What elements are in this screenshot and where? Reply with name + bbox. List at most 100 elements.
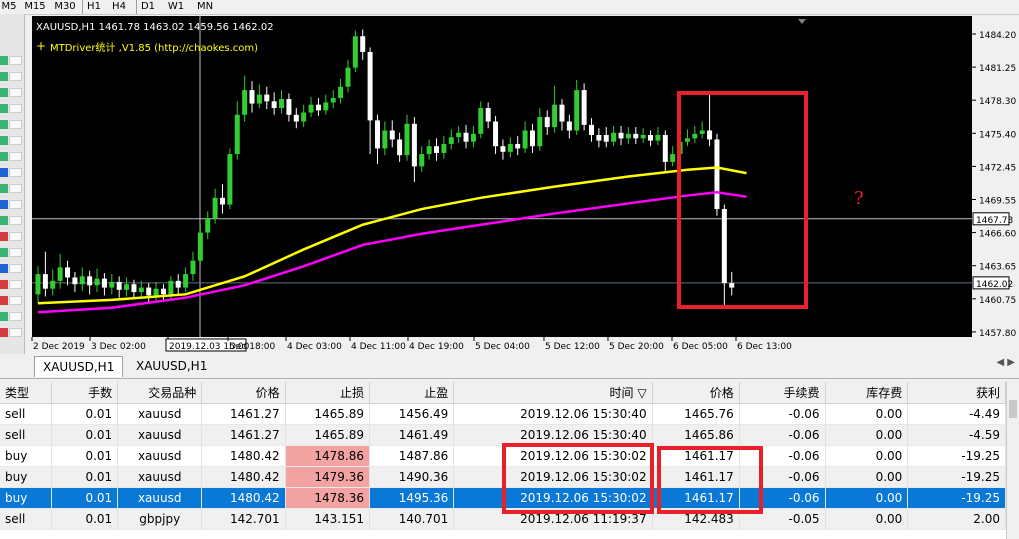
candle-body <box>537 117 543 147</box>
tab-xauusd-h1-active[interactable]: XAUUSD,H1 <box>34 356 124 377</box>
scrollbar-thumb[interactable] <box>1009 400 1017 418</box>
header-col-swap[interactable]: 库存费 <box>825 382 909 404</box>
crosshair-price-label: 1467.73 <box>976 216 1013 226</box>
candle-body <box>574 90 580 131</box>
candle-body <box>707 130 713 140</box>
symbol-row-tab[interactable] <box>9 88 22 97</box>
tf-d1[interactable]: D1 <box>136 0 159 14</box>
orders-table-container: 类型 手数 交易品种 价格 止损 止盈 时间 ▽ 价格 手续费 库存费 获利 sell 0.01 xau… <box>0 382 1006 539</box>
candle-body <box>175 280 181 288</box>
symbol-row-tab[interactable] <box>9 312 22 321</box>
candle-body <box>544 117 550 128</box>
price-chart[interactable]: 1484.20 1481.25 1478.30 1475.40 1472.45 1469.… <box>28 16 1019 352</box>
symbol-row-tab[interactable] <box>9 200 22 209</box>
candle-body <box>94 278 100 286</box>
header-col-stop-loss[interactable]: 止损 <box>285 382 370 404</box>
cell-col-volume: 0.01 <box>51 424 119 446</box>
tab-xauusd-h1[interactable]: XAUUSD,H1 <box>128 356 215 376</box>
symbol-color-marker <box>0 88 8 97</box>
symbol-row-tab[interactable] <box>9 232 22 241</box>
candle-body <box>264 94 270 102</box>
symbol-row-tab[interactable] <box>9 152 22 161</box>
header-col-current-price[interactable]: 价格 <box>652 382 740 404</box>
cell-col-time: 2019.12.06 15:30:02 <box>453 466 653 488</box>
candle-body <box>729 283 735 288</box>
symbol-row-tab[interactable] <box>9 264 22 273</box>
candle-body <box>721 209 727 284</box>
candle-body <box>625 133 631 139</box>
tf-h4[interactable]: H4 <box>108 0 130 14</box>
symbol-row-tab[interactable] <box>9 184 22 193</box>
header-col-price[interactable]: 价格 <box>201 382 286 404</box>
symbol-row-tab[interactable] <box>9 328 22 337</box>
candle-body <box>50 280 56 289</box>
cell-col-volume: 0.01 <box>51 403 119 425</box>
symbol-row-tab[interactable] <box>9 296 22 305</box>
cell-col-current-price: 1461.17 <box>652 466 740 488</box>
symbol-row-tab[interactable] <box>9 248 22 257</box>
cell-col-current-price: 1465.76 <box>652 403 740 425</box>
cell-col-volume: 0.01 <box>51 445 119 467</box>
candle-body <box>389 130 395 140</box>
orders-table: 类型 手数 交易品种 价格 止损 止盈 时间 ▽ 价格 手续费 库存费 获利 sell 0.01 xau… <box>0 382 1006 530</box>
table-row[interactable]: buy 0.01 xauusd 1480.42 1479.36 1490.36 2019.1… <box>0 466 1006 488</box>
table-row[interactable]: sell 0.01 xauusd 1461.27 1465.89 1456.49 2019.… <box>0 403 1006 425</box>
symbol-row-tab[interactable] <box>9 56 22 65</box>
header-col-symbol[interactable]: 交易品种 <box>117 382 203 404</box>
header-col-volume[interactable]: 手数 <box>51 382 119 404</box>
cell-col-time: 2019.12.06 15:30:02 <box>453 487 653 509</box>
symbol-row-tab[interactable] <box>9 280 22 289</box>
cell-col-symbol: xauusd <box>117 487 203 509</box>
candle-body <box>338 86 344 98</box>
candle-body <box>382 130 388 149</box>
tab-scroll-arrows-icon[interactable]: ◀ ▶ <box>996 357 1015 368</box>
candle-body <box>79 276 85 285</box>
cell-col-price: 1480.42 <box>201 466 286 488</box>
header-col-type[interactable]: 类型 <box>0 382 52 404</box>
tf-w1[interactable]: W1 <box>164 0 188 14</box>
table-row[interactable]: buy 0.01 xauusd 1480.42 1478.36 1495.36 2019.1… <box>0 487 1006 509</box>
header-col-profit[interactable]: 获利 <box>907 382 1006 404</box>
table-scrollbar[interactable] <box>1006 382 1019 539</box>
tf-m30[interactable]: M30 <box>52 0 78 14</box>
symbol-row-tab[interactable] <box>9 120 22 129</box>
table-row[interactable]: sell 0.01 gbpjpy 142.701 143.151 140.701 2019.… <box>0 508 1006 530</box>
tf-mn[interactable]: MN <box>192 0 218 14</box>
candle-body <box>419 154 425 167</box>
candle-body <box>603 134 609 142</box>
symbol-row-tab[interactable] <box>9 72 22 81</box>
symbol-color-marker <box>0 136 8 145</box>
time-axis-label: 4 Dec 03:00 <box>287 342 342 352</box>
symbol-row-tab[interactable] <box>9 104 22 113</box>
cell-col-take-profit: 1490.36 <box>369 466 455 488</box>
table-row[interactable]: sell 0.01 xauusd 1461.27 1465.89 1461.49 2019.… <box>0 424 1006 446</box>
candle-body <box>234 114 240 155</box>
table-row[interactable]: buy 0.01 xauusd 1480.42 1478.86 1487.86 2019.1… <box>0 445 1006 467</box>
header-col-time[interactable]: 时间 ▽ <box>453 382 653 404</box>
cell-col-stop-loss: 1465.89 <box>285 424 370 446</box>
cell-col-profit: -4.59 <box>907 424 1006 446</box>
candle-body <box>345 67 351 87</box>
header-col-commission[interactable]: 手续费 <box>739 382 826 404</box>
chart-tabbar: XAUUSD,H1 XAUUSD,H1 ◀ ▶ <box>0 354 1019 379</box>
symbol-row-tab[interactable] <box>9 216 22 225</box>
candle-body <box>692 133 698 139</box>
tf-h1[interactable]: H1 <box>82 0 105 14</box>
symbol-row-tab[interactable] <box>9 136 22 145</box>
symbol-row-tab[interactable] <box>9 168 22 177</box>
price-axis-label: 1466.60 <box>979 230 1016 240</box>
tf-m5[interactable]: M5 <box>0 0 18 14</box>
header-col-take-profit[interactable]: 止盈 <box>369 382 455 404</box>
cell-col-take-profit: 1456.49 <box>369 403 455 425</box>
cell-col-profit: -19.25 <box>907 445 1006 467</box>
tf-m15[interactable]: M15 <box>22 0 48 14</box>
cell-col-volume: 0.01 <box>51 508 119 530</box>
question-mark-annotation: ? <box>854 188 864 209</box>
candle-body <box>589 124 594 135</box>
candle-body <box>65 267 71 278</box>
candle-body <box>242 90 248 115</box>
time-axis-label: 6 Dec 05:00 <box>673 342 728 352</box>
symbol-color-marker <box>0 72 8 81</box>
candle-body <box>220 197 225 205</box>
cell-col-profit: -19.25 <box>907 487 1006 509</box>
